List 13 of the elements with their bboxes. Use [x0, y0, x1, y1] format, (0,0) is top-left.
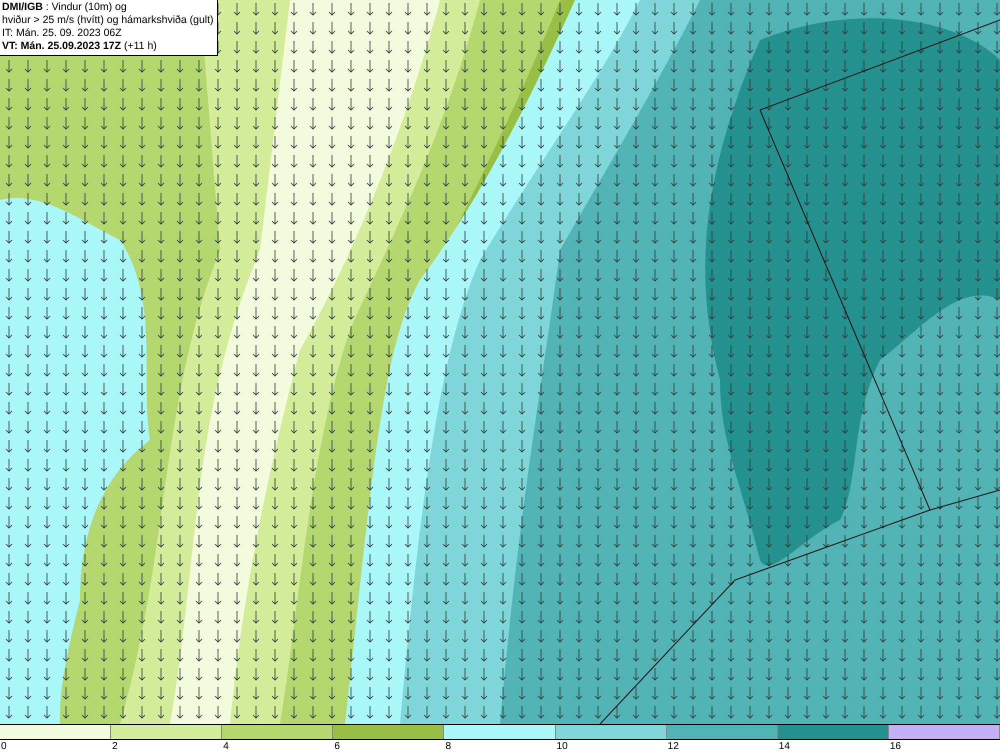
scale-label: 12: [666, 740, 680, 753]
info-text: IT: Mán. 25. 09. 2023 06Z: [2, 27, 123, 40]
info-text: VT: Mán. 25.09.2023 17Z (+11 h): [2, 40, 158, 53]
info-text: hviður > 25 m/s (hvítt) og hámarkshviða (gult): [2, 14, 214, 27]
scale-label: 8: [444, 740, 452, 753]
scale-label: 10: [556, 740, 569, 753]
scale-label: 6: [333, 740, 341, 753]
scale-label: 2: [111, 740, 119, 753]
scale-label: 14: [778, 740, 791, 753]
scale-label: 16: [888, 740, 902, 753]
scale-label: 4: [222, 740, 230, 753]
info-text: DMI/IGB : Vindur (10m) og: [2, 1, 128, 14]
scale-label: 0: [0, 740, 8, 753]
